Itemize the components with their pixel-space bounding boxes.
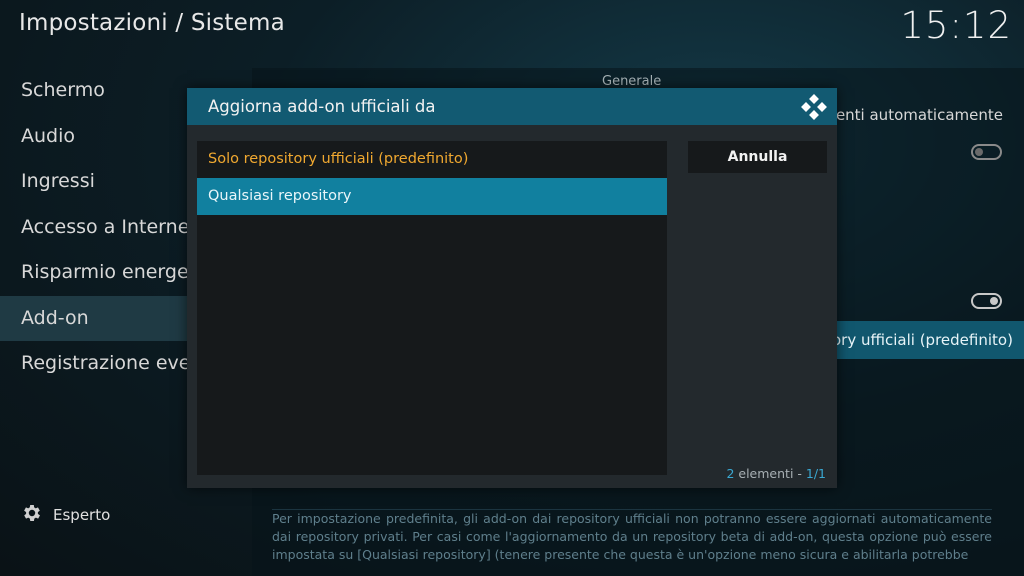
- dialog-title: Aggiorna add-on ufficiali da: [208, 97, 436, 116]
- settings-level-button[interactable]: Esperto: [21, 502, 110, 528]
- gear-icon: [21, 502, 43, 528]
- page-title: Impostazioni / Sistema: [19, 10, 285, 36]
- options-list: Solo repository ufficiali (predefinito) …: [197, 141, 667, 475]
- list-item-any-repository[interactable]: Qualsiasi repository: [197, 178, 667, 215]
- clock: 15:12: [900, 4, 1012, 47]
- setting-label-auto-update[interactable]: menti automaticamente: [821, 106, 1003, 124]
- select-dialog: Aggiorna add-on ufficiali da Solo reposi…: [187, 88, 837, 488]
- list-item-official-only[interactable]: Solo repository ufficiali (predefinito): [197, 141, 667, 178]
- toggle-switch-off[interactable]: [971, 144, 1002, 160]
- kodi-logo-icon: [801, 94, 827, 120]
- setting-description: Per impostazione predefinita, gli add-on…: [272, 509, 992, 562]
- dialog-header: Aggiorna add-on ufficiali da: [187, 88, 837, 125]
- cancel-button[interactable]: Annulla: [688, 141, 827, 173]
- page-indicator: 1/1: [805, 466, 826, 481]
- settings-level-label: Esperto: [53, 506, 111, 524]
- item-count-text: elementi -: [734, 466, 806, 481]
- toggle-switch-on[interactable]: [971, 293, 1002, 309]
- setting-row-update-source[interactable]: ory ufficiali (predefinito): [832, 321, 1024, 359]
- section-title: Generale: [602, 74, 662, 89]
- item-count: 2 elementi - 1/1: [726, 466, 826, 481]
